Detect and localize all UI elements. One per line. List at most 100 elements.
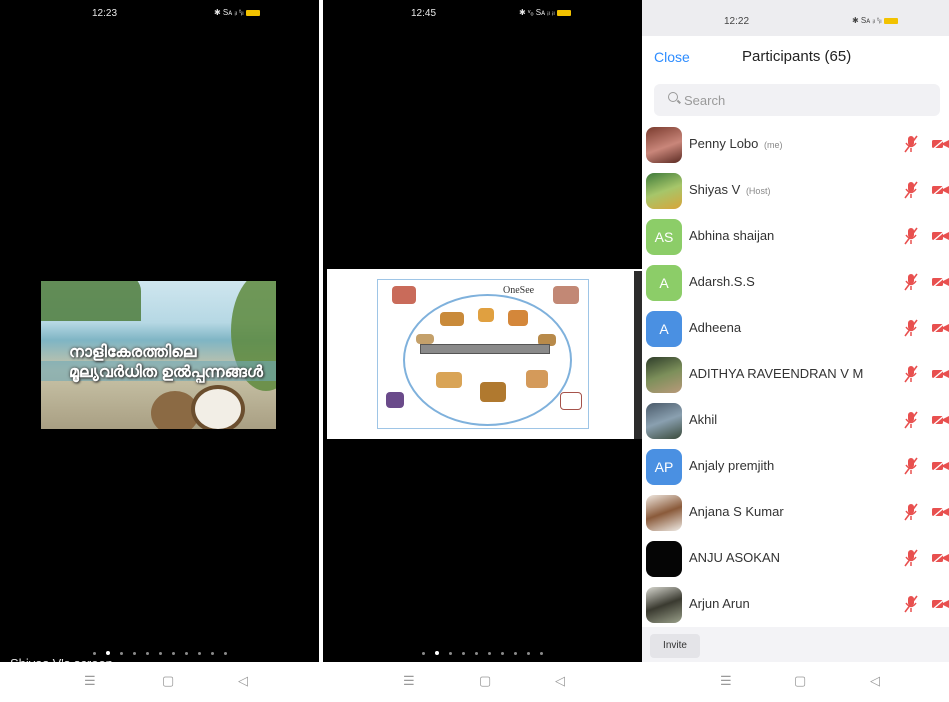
search-icon xyxy=(668,92,678,102)
page-indicator[interactable] xyxy=(323,651,642,655)
back-icon[interactable]: ◁ xyxy=(870,674,880,688)
shared-screen-content[interactable]: OneSee xyxy=(327,269,642,439)
participant-row[interactable]: Akhil xyxy=(642,398,949,444)
status-bar: 12:23 ✱ Sᴀ ᵢₗ ᵗᵢₗ xyxy=(0,8,319,24)
muted-mic-icon[interactable] xyxy=(904,595,918,613)
slide-image: OneSee xyxy=(377,279,589,429)
avatar: A xyxy=(646,265,682,301)
participant-name: ADITHYA RAVEENDRAN V M xyxy=(689,366,864,381)
participant-row[interactable]: ANJU ASOKAN xyxy=(642,536,949,582)
shared-screen-content[interactable]: നാളികേരത്തിലെ മൂല്യവർധിത ഉൽപ്പന്നങ്ങൾ xyxy=(41,281,276,429)
battery-icon xyxy=(556,9,571,16)
video-off-icon[interactable] xyxy=(932,506,949,518)
participant-row[interactable]: Penny Lobo (me) xyxy=(642,122,949,168)
back-icon[interactable]: ◁ xyxy=(555,674,565,688)
phone-screen-2: 12:45 ✱ ᵛₒ Sᴀ ᵢₗ ᵢₗ OneSee ☰ ▢ ◁ xyxy=(323,0,642,702)
video-off-icon[interactable] xyxy=(932,230,949,242)
participant-name: Adheena xyxy=(689,320,742,335)
participant-name: ANJU ASOKAN xyxy=(689,550,781,565)
participant-row[interactable]: A Adheena xyxy=(642,306,949,352)
home-icon[interactable]: ▢ xyxy=(479,674,491,688)
back-icon[interactable]: ◁ xyxy=(238,674,248,688)
muted-mic-icon[interactable] xyxy=(904,181,918,199)
participant-name: Arjun Arun xyxy=(689,596,750,611)
product-graphic xyxy=(553,286,579,304)
participant-name: Adarsh.S.S xyxy=(689,274,755,289)
muted-mic-icon[interactable] xyxy=(904,457,918,475)
slide-title: OneSee xyxy=(503,285,535,296)
muted-mic-icon[interactable] xyxy=(904,135,918,153)
close-button[interactable]: Close xyxy=(654,49,690,65)
avatar xyxy=(646,173,682,209)
page-indicator[interactable] xyxy=(0,651,319,655)
search-box[interactable] xyxy=(654,84,940,116)
status-icons: ✱ Sᴀ ᵢₗ ᵗᵢₗ xyxy=(852,16,898,25)
avatar xyxy=(646,495,682,531)
participant-name: Penny Lobo (me) xyxy=(689,136,783,151)
product-graphic xyxy=(478,308,494,322)
video-off-icon[interactable] xyxy=(932,414,949,426)
muted-mic-icon[interactable] xyxy=(904,273,918,291)
muted-mic-icon[interactable] xyxy=(904,365,918,383)
video-off-icon[interactable] xyxy=(932,368,949,380)
home-icon[interactable]: ▢ xyxy=(794,674,806,688)
participant-row[interactable]: Arjun Arun xyxy=(642,582,949,628)
product-graphic xyxy=(560,392,582,410)
slide-caption: നാളികേരത്തിലെ മൂല്യവർധിത ഉൽപ്പന്നങ്ങൾ xyxy=(69,344,263,381)
avatar xyxy=(646,357,682,393)
product-graphic xyxy=(440,312,464,326)
participant-row[interactable]: Anjana S Kumar xyxy=(642,490,949,536)
product-graphic xyxy=(392,286,416,304)
slide-edge xyxy=(634,271,642,439)
android-nav-bar: ☰ ▢ ◁ xyxy=(323,662,642,702)
participant-name: Shiyas V (Host) xyxy=(689,182,771,197)
participant-row[interactable]: ADITHYA RAVEENDRAN V M xyxy=(642,352,949,398)
participant-name: Anjana S Kumar xyxy=(689,504,784,519)
participant-name: Abhina shaijan xyxy=(689,228,775,243)
participant-row[interactable]: A Adarsh.S.S xyxy=(642,260,949,306)
menu-icon[interactable]: ☰ xyxy=(84,674,96,688)
center-label-bar xyxy=(420,344,550,354)
muted-mic-icon[interactable] xyxy=(904,227,918,245)
muted-mic-icon[interactable] xyxy=(904,319,918,337)
coconut-half-graphic xyxy=(191,385,245,429)
home-icon[interactable]: ▢ xyxy=(162,674,174,688)
menu-icon[interactable]: ☰ xyxy=(403,674,415,688)
phone-screen-3: 12:22 ✱ Sᴀ ᵢₗ ᵗᵢₗ Close Participants (65… xyxy=(642,0,949,702)
status-time: 12:23 xyxy=(92,8,118,19)
battery-icon xyxy=(245,9,260,16)
participant-row[interactable]: Shiyas V (Host) xyxy=(642,168,949,214)
participants-header: Close Participants (65) xyxy=(642,36,949,80)
search-input[interactable] xyxy=(684,91,924,109)
avatar xyxy=(646,403,682,439)
status-icons: ✱ Sᴀ ᵢₗ ᵗᵢₗ xyxy=(214,8,260,17)
participant-row[interactable]: AP Anjaly premjith xyxy=(642,444,949,490)
participant-name: Akhil xyxy=(689,412,718,427)
participants-footer: Invite xyxy=(642,627,949,662)
product-graphic xyxy=(416,334,434,344)
video-off-icon[interactable] xyxy=(932,598,949,610)
product-graphic xyxy=(480,382,506,402)
avatar xyxy=(646,127,682,163)
phone-screen-1: 12:23 ✱ Sᴀ ᵢₗ ᵗᵢₗ നാളികേരത്തിലെ മൂല്യവർധ… xyxy=(0,0,319,702)
video-off-icon[interactable] xyxy=(932,460,949,472)
avatar xyxy=(646,587,682,623)
video-off-icon[interactable] xyxy=(932,138,949,150)
avatar: AP xyxy=(646,449,682,485)
participant-row[interactable]: AS Abhina shaijan xyxy=(642,214,949,260)
status-bar: 12:22 ✱ Sᴀ ᵢₗ ᵗᵢₗ xyxy=(642,0,949,36)
video-off-icon[interactable] xyxy=(932,276,949,288)
avatar: AS xyxy=(646,219,682,255)
invite-button[interactable]: Invite xyxy=(650,634,700,658)
muted-mic-icon[interactable] xyxy=(904,503,918,521)
muted-mic-icon[interactable] xyxy=(904,549,918,567)
video-off-icon[interactable] xyxy=(932,322,949,334)
menu-icon[interactable]: ☰ xyxy=(720,674,732,688)
product-graphic xyxy=(526,370,548,388)
video-off-icon[interactable] xyxy=(932,552,949,564)
participant-name: Anjaly premjith xyxy=(689,458,775,473)
product-graphic xyxy=(508,310,528,326)
video-off-icon[interactable] xyxy=(932,184,949,196)
status-time: 12:45 xyxy=(411,8,437,19)
muted-mic-icon[interactable] xyxy=(904,411,918,429)
